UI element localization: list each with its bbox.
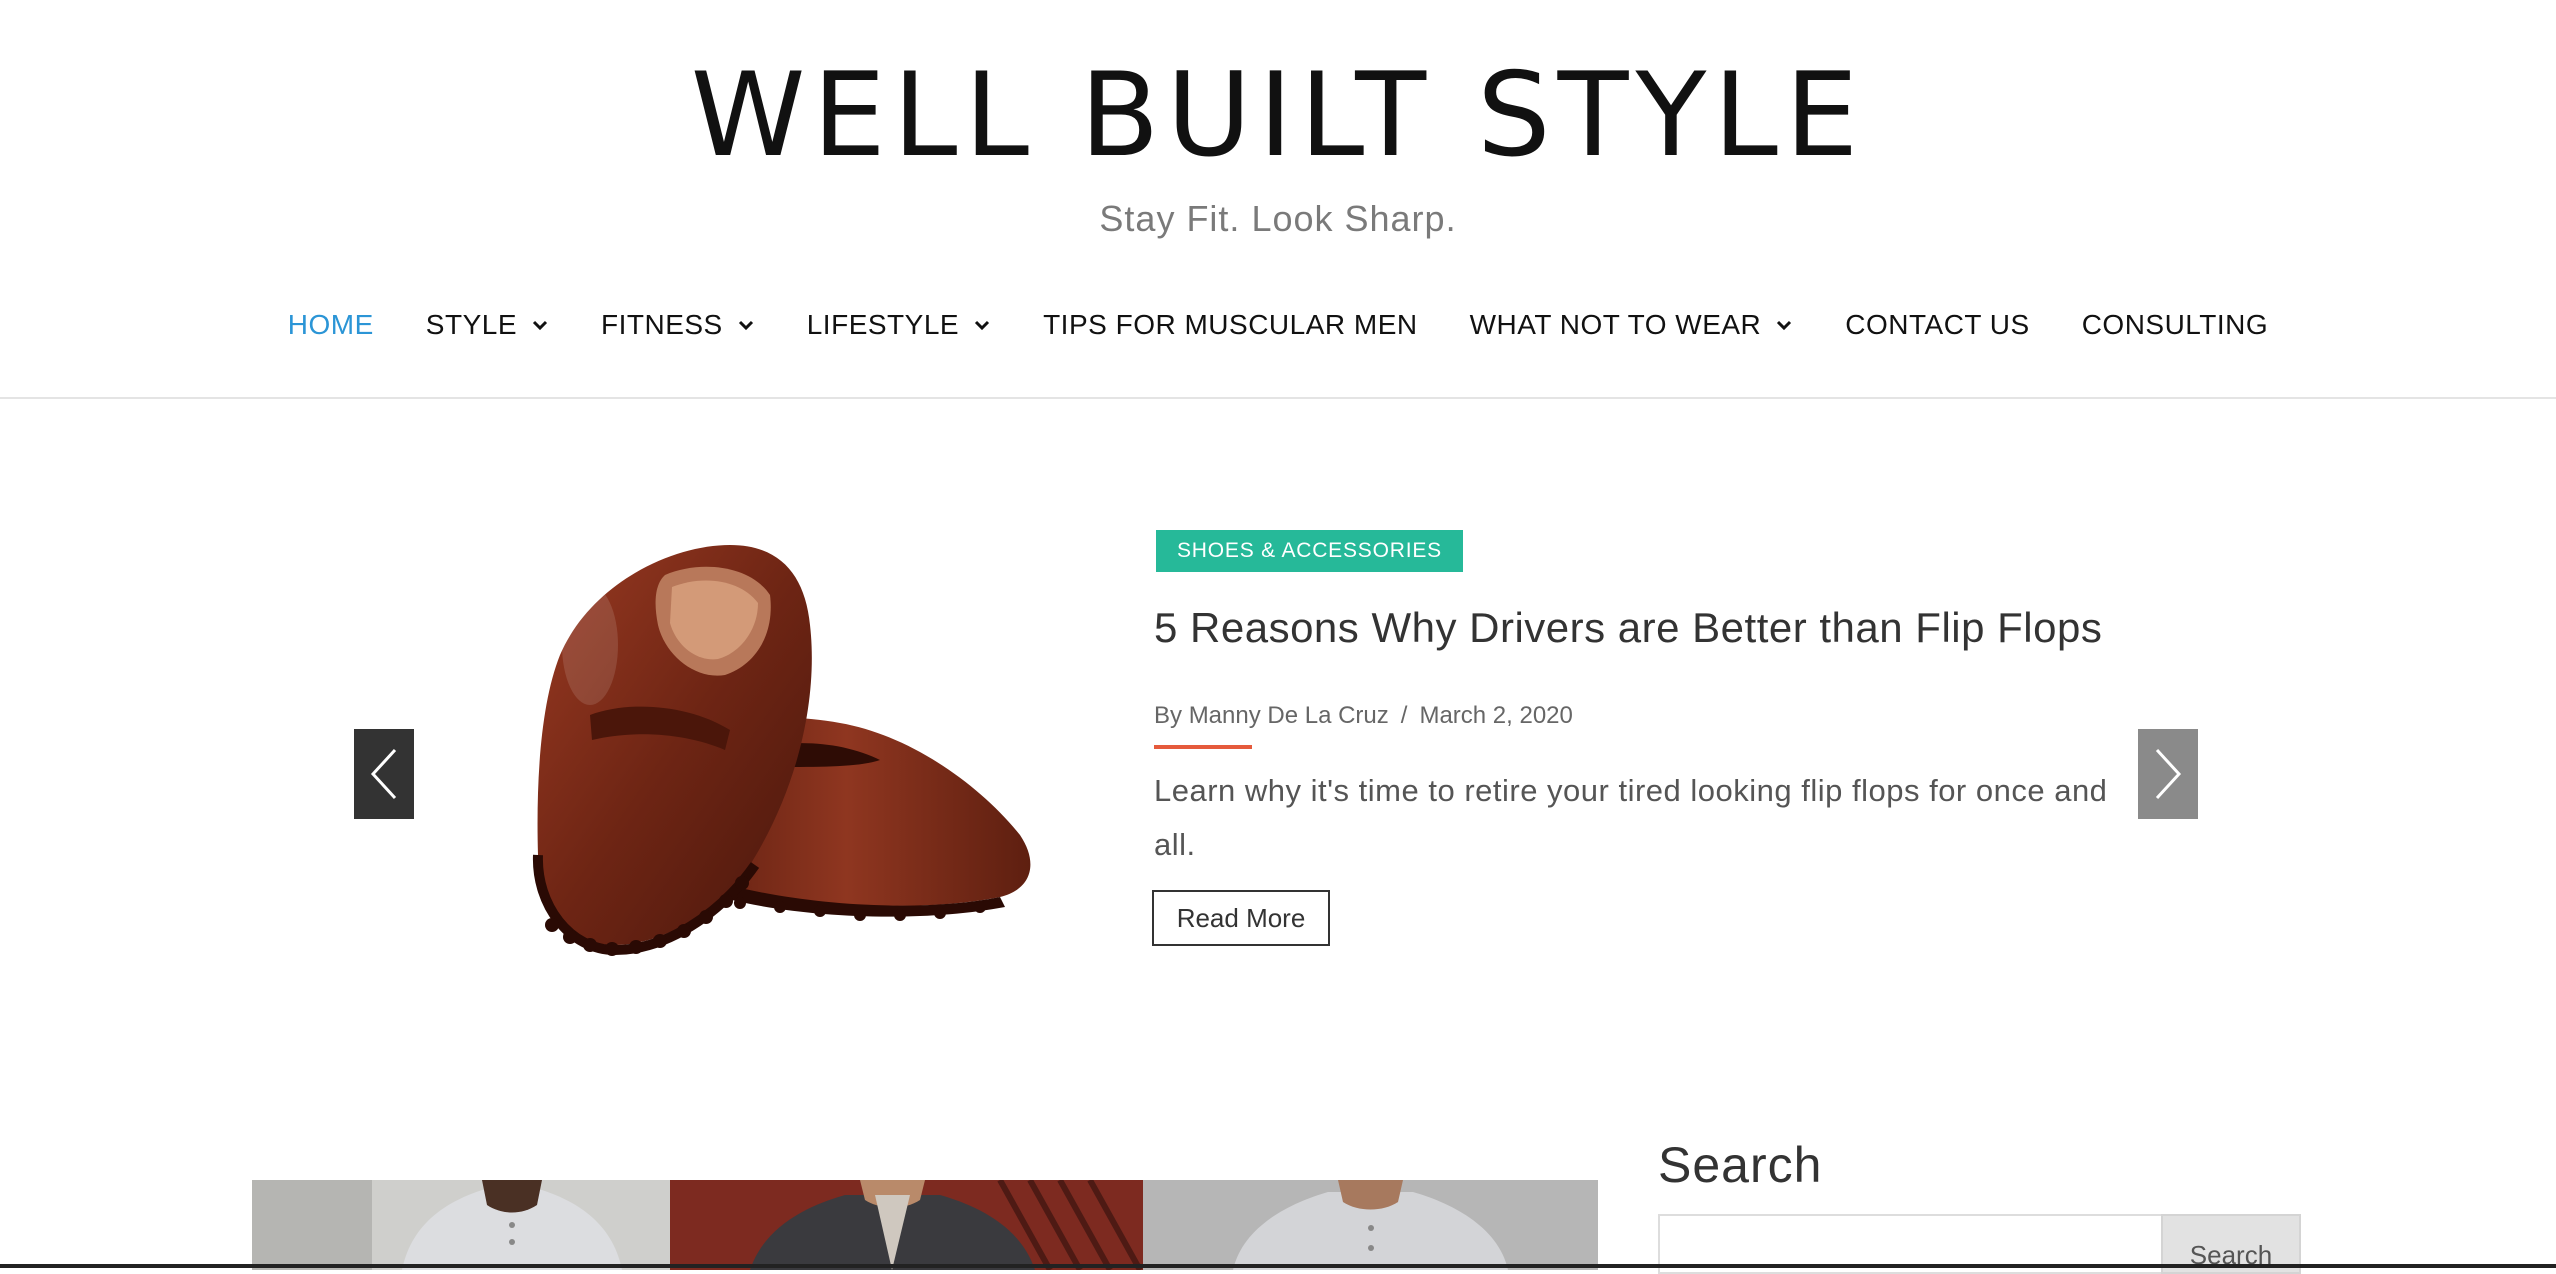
read-more-button[interactable]: Read More [1152,890,1330,946]
post-date[interactable]: March 2, 2020 [1419,702,1572,729]
search-widget-title: Search [1658,1137,1823,1193]
chevron-down-icon [1777,320,1792,331]
accent-line [1154,745,1252,749]
thumbnail-image [670,1180,1143,1270]
post-meta: By Manny De La Cruz / March 2, 2020 [1154,702,1573,730]
thumbnail-image [252,1180,670,1270]
nav-item-what-not-to-wear[interactable]: WHAT NOT TO WEAR [1470,300,1794,350]
nav-item-consulting[interactable]: CONSULTING [2082,300,2269,350]
nav-item-tips-for-muscular-men[interactable]: TIPS FOR MUSCULAR MEN [1043,300,1418,350]
nav-item-label: FITNESS [601,309,723,340]
post-title[interactable]: 5 Reasons Why Drivers are Better than Fl… [1154,604,2102,652]
author-link[interactable]: Manny De La Cruz [1189,702,1389,729]
author-prefix: By [1154,702,1183,729]
chevron-left-icon [370,748,397,800]
nav-item-label: HOME [287,309,374,340]
nav-item-contact-us[interactable]: CONTACT US [1845,300,2029,350]
nav-item-label: LIFESTYLE [806,309,960,340]
site-tagline: Stay Fit. Look Sharp. [1099,198,1457,239]
hero-image-driving-loafers[interactable] [440,505,1040,975]
chevron-down-icon [738,320,753,331]
nav-item-lifestyle[interactable]: LIFESTYLE [807,300,991,350]
nav-item-home[interactable]: HOME [288,300,374,350]
meta-separator: / [1400,702,1408,729]
nav-item-fitness[interactable]: FITNESS [601,300,755,350]
nav-item-style[interactable]: STYLE [426,300,549,350]
site-logo[interactable]: WELL BUILT STYLE [0,58,2556,174]
post-thumbnail[interactable] [252,1180,670,1270]
post-thumbnail[interactable] [670,1180,1143,1270]
slider-next-button[interactable] [2138,729,2198,819]
main-nav: HOME STYLE FITNESS LIFESTYLE TIPS FOR MU… [0,300,2556,350]
nav-divider [0,397,2556,399]
thumbnail-image [1143,1180,1598,1270]
post-thumbnail[interactable] [1143,1180,1598,1270]
chevron-right-icon [2155,748,2182,800]
nav-item-label: CONSULTING [2081,309,2269,340]
nav-item-label: WHAT NOT TO WEAR [1469,309,1762,340]
chevron-down-icon [532,320,548,331]
chevron-down-icon [975,320,990,331]
slider-prev-button[interactable] [354,729,414,819]
nav-item-label: CONTACT US [1845,309,2030,340]
viewport-bottom-edge [0,1264,2556,1268]
category-badge[interactable]: SHOES & ACCESSORIES [1156,530,1463,572]
nav-item-label: STYLE [425,309,517,340]
nav-item-label: TIPS FOR MUSCULAR MEN [1043,309,1418,340]
post-excerpt: Learn why it's time to retire your tired… [1154,773,2108,862]
